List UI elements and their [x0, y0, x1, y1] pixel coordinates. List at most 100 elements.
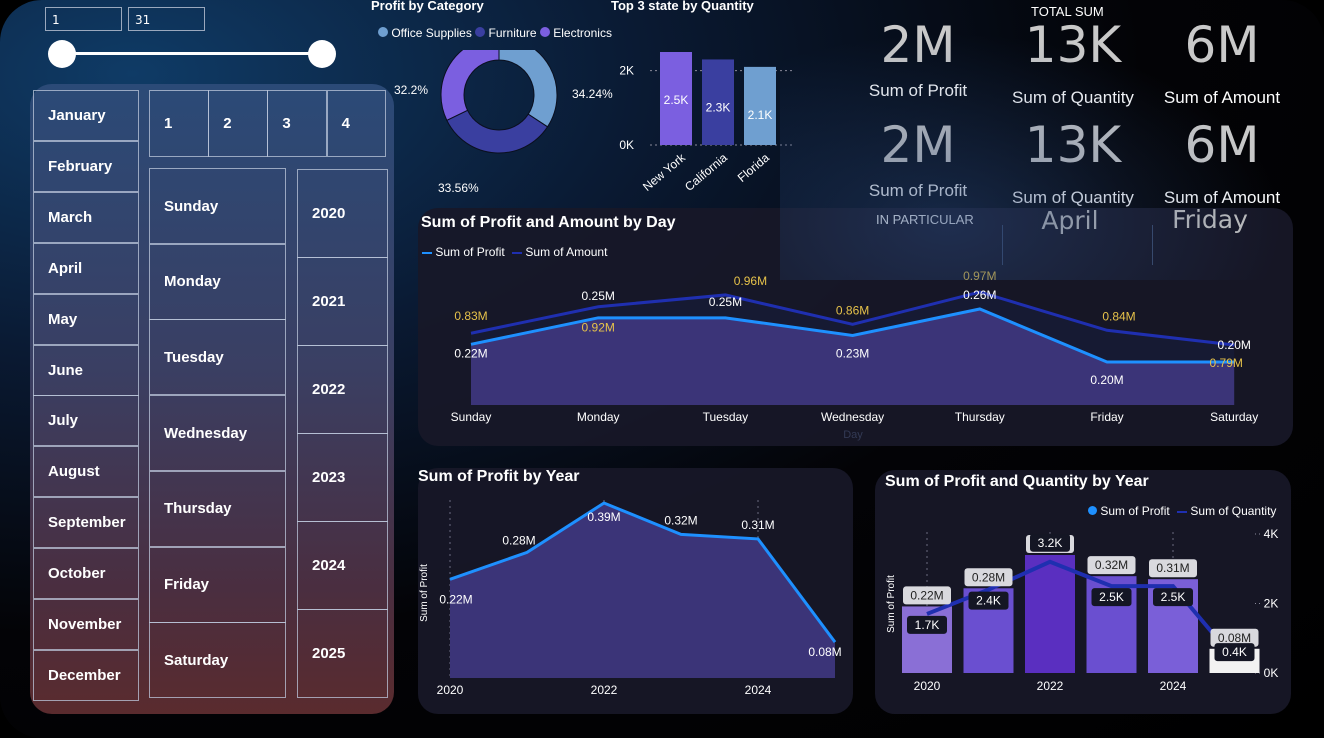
amount-value-label: 0.96M: [734, 274, 767, 288]
kpi-value: 13K: [1024, 16, 1122, 74]
year-item[interactable]: 2025: [297, 609, 388, 698]
weekday-item[interactable]: Wednesday: [149, 395, 286, 472]
donut-slice[interactable]: [440, 50, 500, 122]
x-tick-label: 2022: [591, 683, 618, 697]
legend-electronics-label: Electronics: [553, 26, 612, 40]
profit-value-label: 0.32M: [1095, 558, 1128, 572]
year-combo-title: Sum of Profit and Quantity by Year: [885, 473, 1149, 490]
month-item[interactable]: October: [33, 548, 139, 600]
year-profit-chart[interactable]: 0.22M 0.28M 0.39M 0.32M 0.31M 0.08M 2020 2022 20…: [418, 488, 853, 714]
amount-value-label: 0.86M: [836, 303, 869, 317]
profit-value-label: 0.26M: [963, 288, 996, 302]
dashboard-frame: 1 31 January February March April May June Jul…: [0, 0, 1324, 738]
kpi-label: Sum of Profit: [868, 81, 968, 100]
day-chart-legend: Sum of Profit Sum of Amount: [422, 245, 607, 259]
x-tick-label: 2020: [914, 679, 941, 693]
donut-slice[interactable]: [446, 109, 549, 154]
range-slider-end-handle[interactable]: [308, 40, 336, 68]
quantity-value-label: 1.7K: [915, 618, 940, 632]
quarter-item[interactable]: 1: [149, 90, 209, 157]
year-item[interactable]: 2020: [297, 169, 388, 258]
bar-value-label: 2.3K: [706, 100, 731, 114]
profit-value-label: 0.08M: [1218, 631, 1251, 645]
month-item[interactable]: January: [33, 90, 139, 141]
profit-value-label: 0.23M: [836, 347, 869, 361]
quarter-item[interactable]: 2: [208, 90, 268, 157]
kpi-label: Sum of Quantity: [1012, 188, 1134, 207]
kpi-value: 13K: [1024, 116, 1122, 174]
month-item[interactable]: November: [33, 599, 139, 650]
x-tick-label: Saturday: [1210, 410, 1258, 424]
kpi-label: Sum of Profit: [868, 181, 968, 200]
year-item[interactable]: 2024: [297, 521, 388, 610]
legend-dot-electronics: [539, 27, 550, 37]
year-combo-chart[interactable]: 0K2K4K0.22M0.28M0.39M0.32M0.31M0.08M1.7K…: [875, 520, 1291, 714]
donut-label: 32.2%: [394, 83, 428, 97]
particular-day: Friday: [1172, 205, 1248, 234]
profit-value-label: 0.20M: [1090, 373, 1123, 387]
x-tick-label: Friday: [1090, 410, 1123, 424]
x-tick-label: 2020: [437, 683, 464, 697]
weekday-item[interactable]: Monday: [149, 243, 286, 320]
profit-area: [450, 503, 835, 678]
legend-combo-profit-dot: [1088, 506, 1097, 515]
month-item[interactable]: March: [33, 191, 139, 243]
legend-office-label: Office Supplies: [391, 26, 472, 40]
range-slider-start-handle[interactable]: [48, 40, 76, 68]
month-item[interactable]: August: [33, 446, 139, 498]
amount-value-label: 0.97M: [963, 269, 996, 283]
weekday-item[interactable]: Sunday: [149, 168, 286, 244]
particular-month: April: [1041, 206, 1099, 235]
y-axis-title: Sum of Profit: [886, 575, 897, 633]
x-axis-title: Day: [843, 429, 863, 441]
profit-value-label: 0.22M: [454, 346, 487, 360]
profit-value-label: 0.22M: [910, 588, 943, 602]
month-item[interactable]: April: [33, 242, 139, 294]
weekday-item[interactable]: Saturday: [149, 622, 286, 699]
state-bar[interactable]: [744, 66, 776, 145]
value-label: 0.32M: [664, 513, 697, 527]
quarter-item[interactable]: 4: [326, 90, 387, 157]
value-label: 0.22M: [439, 592, 472, 606]
state-chart-title: Top 3 state by Quantity: [611, 0, 754, 13]
kpi-label: Sum of Quantity: [1012, 88, 1134, 107]
profit-value-label: 0.25M: [709, 295, 742, 309]
range-slider-track[interactable]: [60, 52, 322, 55]
quarter-item[interactable]: 3: [267, 90, 327, 157]
legend-profit-swatch: [422, 251, 432, 254]
weekday-item[interactable]: Tuesday: [149, 319, 286, 396]
x-tick-label: 2024: [745, 683, 772, 697]
month-item[interactable]: July: [33, 395, 139, 447]
profit-bar[interactable]: [1025, 555, 1075, 673]
x-tick-label: New York: [640, 150, 689, 194]
year-item[interactable]: 2022: [297, 345, 388, 434]
kpi-value: 2M: [880, 116, 956, 174]
state-bar-chart[interactable]: 0K 2K 2.5K New York 2.3K California 2.1K Florid…: [610, 40, 810, 200]
month-item[interactable]: September: [33, 497, 139, 549]
category-donut-chart[interactable]: 34.24% 33.56% 32.2%: [380, 50, 630, 200]
day-area-chart[interactable]: 0.22M 0.25M 0.25M 0.23M 0.26M 0.20M 0.20M 0.83M…: [418, 260, 1293, 446]
month-item[interactable]: May: [33, 293, 139, 345]
range-end-input[interactable]: 31: [128, 7, 205, 31]
range-start-input[interactable]: 1: [45, 7, 122, 31]
weekday-item[interactable]: Thursday: [149, 470, 286, 547]
kpi-value: 6M: [1184, 116, 1260, 174]
x-tick-label: Florida: [735, 150, 772, 185]
x-tick-label: Sunday: [451, 410, 492, 424]
year-item[interactable]: 2023: [297, 433, 388, 522]
month-item[interactable]: December: [33, 649, 139, 701]
value-label: 0.39M: [587, 510, 620, 524]
year-item[interactable]: 2021: [297, 257, 388, 346]
y-axis-title: Sum of Profit: [419, 564, 430, 622]
kpi-divider-1: [1002, 225, 1003, 265]
kpi-value: 2M: [880, 16, 956, 74]
y2-tick-label: 4K: [1264, 527, 1279, 541]
legend-furniture-label: Furniture: [488, 26, 537, 40]
quantity-value-label: 3.2K: [1038, 536, 1063, 550]
month-item[interactable]: June: [33, 344, 139, 396]
month-item[interactable]: February: [33, 140, 139, 192]
weekday-item[interactable]: Friday: [149, 546, 286, 623]
category-legend: Office Supplies Furniture Electronics: [378, 26, 612, 40]
legend-combo-quantity-label: Sum of Quantity: [1190, 504, 1277, 518]
profit-value-label: 0.25M: [582, 289, 615, 303]
